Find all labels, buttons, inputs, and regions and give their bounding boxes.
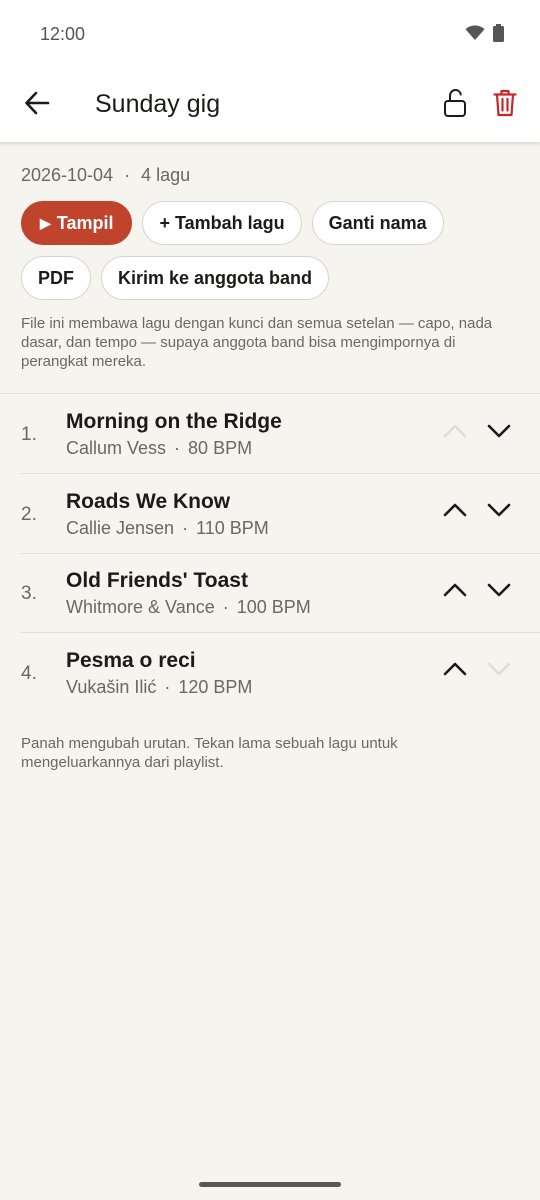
song-artist: Callum Vess: [66, 438, 167, 458]
song-number: 2.: [21, 503, 37, 525]
song-bpm: 80 BPM: [188, 438, 253, 458]
song-title: Pesma o reci: [66, 648, 196, 672]
move-down-button[interactable]: [482, 496, 516, 530]
song-number: 4.: [21, 662, 37, 684]
move-down-button[interactable]: [482, 416, 516, 450]
status-icons: [465, 24, 504, 47]
page-title: Sunday gig: [95, 90, 221, 118]
reorder-hint-text: Panah mengubah urutan. Tekan lama sebuah…: [21, 735, 398, 771]
status-bar: 12:00: [0, 0, 540, 68]
delete-button[interactable]: [490, 88, 520, 122]
song-number: 1.: [21, 424, 37, 445]
action-row-2: PDF Kirim ke anggota band: [21, 256, 330, 300]
song-artist: Whitmore & Vance: [66, 597, 215, 617]
song-meta-separator: ·: [182, 517, 189, 538]
song-bpm: 120 BPM: [178, 676, 253, 697]
action-row-1: ▶ Tampil + Tambah lagu Ganti nama: [21, 201, 444, 245]
song-bpm: 110 BPM: [196, 517, 269, 538]
song-subtitle: Callie Jensen · 110 BPM: [66, 518, 269, 539]
play-label: Tampil: [56, 212, 114, 233]
song-subtitle: Whitmore & Vance · 100 BPM: [66, 597, 311, 618]
playlist-date: 2026-10-04: [21, 165, 114, 185]
rename-button[interactable]: Ganti nama: [311, 201, 444, 245]
song-count: 4 lagu: [141, 165, 191, 185]
song-title: Morning on the Ridge: [66, 410, 282, 433]
trash-icon: [493, 89, 517, 122]
song-artist: Vukašin Ilić: [66, 676, 157, 697]
back-button[interactable]: [22, 90, 52, 120]
song-meta-separator: ·: [222, 597, 229, 617]
play-button[interactable]: ▶ Tampil: [21, 201, 133, 245]
song-subtitle: Vukašin Ilić · 120 BPM: [66, 677, 252, 698]
song-title: Roads We Know: [66, 489, 231, 513]
chevron-down-icon: [487, 503, 511, 522]
add-song-button[interactable]: + Tambah lagu: [142, 201, 302, 245]
move-down-button: [482, 655, 516, 689]
battery-icon: [493, 24, 504, 47]
meta-separator: ·: [124, 165, 131, 185]
move-up-button[interactable]: [438, 496, 472, 530]
song-number: 3.: [21, 583, 37, 604]
share-info-text: File ini membawa lagu dengan kunci dan s…: [21, 315, 493, 370]
chevron-up-icon: [443, 424, 467, 443]
lock-button[interactable]: [440, 88, 470, 122]
arrow-back-icon: [24, 90, 50, 121]
song-meta-separator: ·: [174, 438, 181, 458]
status-time: 12:00: [40, 24, 86, 44]
playlist-meta: 2026-10-04 · 4 lagu: [21, 165, 190, 186]
song-row[interactable]: 1. Morning on the Ridge Callum Vess · 80 BPM: [0, 394, 540, 473]
move-down-button[interactable]: [482, 575, 516, 609]
wifi-icon: [465, 25, 485, 46]
song-bpm: 100 BPM: [236, 597, 311, 617]
move-up-button[interactable]: [438, 575, 472, 609]
song-row[interactable]: 3. Old Friends' Toast Whitmore & Vance · 100…: [0, 553, 540, 632]
song-title: Old Friends' Toast: [66, 569, 248, 592]
lock-open-icon: [443, 88, 467, 123]
play-icon: ▶: [40, 214, 51, 231]
move-up-button[interactable]: [438, 655, 472, 689]
chevron-down-icon: [487, 583, 511, 602]
gesture-nav-handle[interactable]: [199, 1182, 341, 1187]
send-to-band-button[interactable]: Kirim ke anggota band: [101, 256, 330, 300]
move-up-button: [438, 416, 472, 450]
song-artist: Callie Jensen: [66, 517, 175, 538]
pdf-button[interactable]: PDF: [21, 256, 91, 300]
chevron-down-icon: [487, 662, 511, 681]
song-row[interactable]: 4. Pesma o reci Vukašin Ilić · 120 BPM: [0, 633, 540, 712]
song-subtitle: Callum Vess · 80 BPM: [66, 438, 252, 459]
chevron-up-icon: [443, 583, 467, 602]
song-meta-separator: ·: [164, 676, 171, 697]
chevron-up-icon: [443, 662, 467, 681]
chevron-up-icon: [443, 503, 467, 522]
app-bar: Sunday gig: [0, 68, 540, 142]
song-row[interactable]: 2. Roads We Know Callie Jensen · 110 BPM: [0, 474, 540, 553]
chevron-down-icon: [487, 424, 511, 443]
